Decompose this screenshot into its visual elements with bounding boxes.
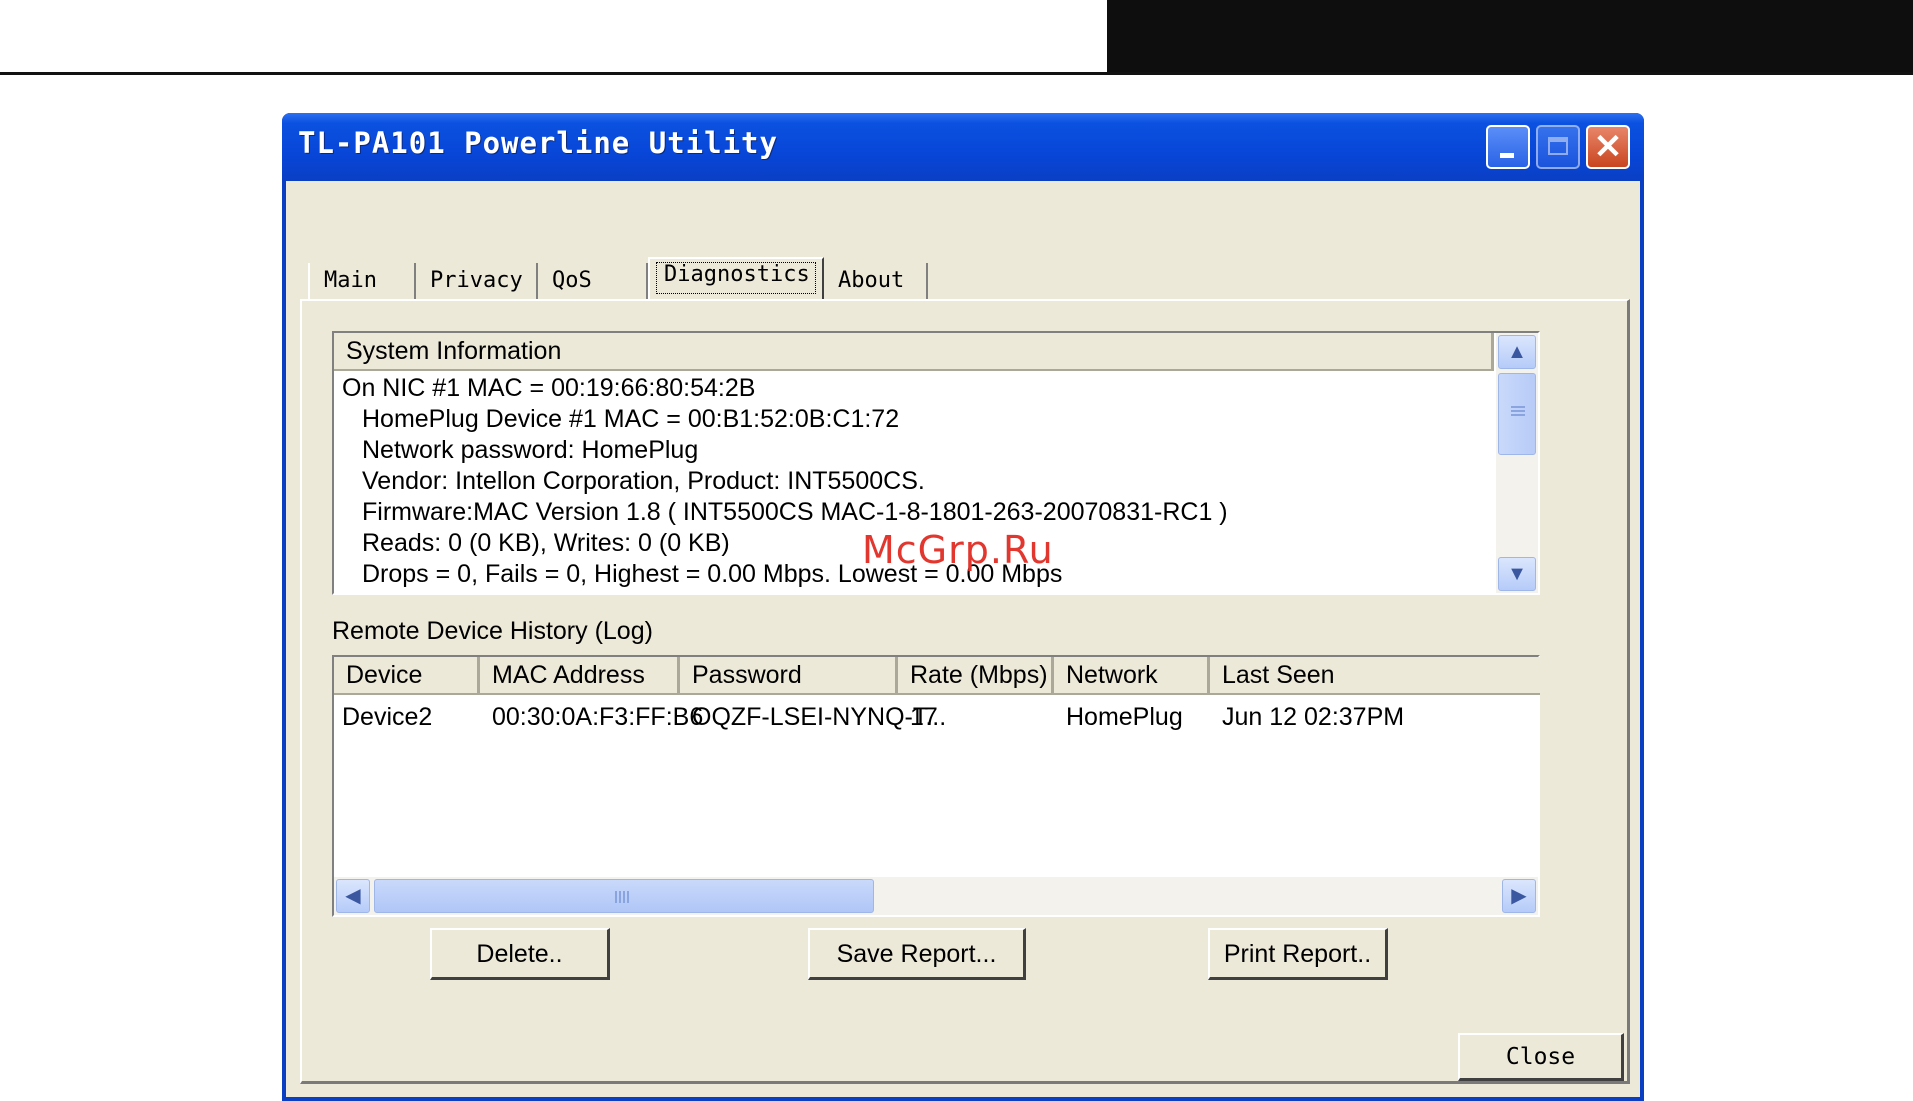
system-info-line: Firmware:MAC Version 1.8 ( INT5500CS MAC… xyxy=(362,498,1228,526)
column-header-last-seen[interactable]: Last Seen xyxy=(1210,657,1540,695)
tab-diagnostics[interactable]: Diagnostics xyxy=(648,257,824,299)
window-title: TL-PA101 Powerline Utility xyxy=(298,126,778,160)
system-info-scrollbar[interactable]: ▲ ▼ xyxy=(1496,333,1538,593)
device-history-table[interactable]: Device MAC Address Password Rate (Mbps) … xyxy=(332,655,1540,917)
cell-last-seen[interactable]: Jun 12 02:37PM xyxy=(1222,701,1404,733)
cell-rate[interactable]: 17 xyxy=(910,701,938,733)
scroll-right-button[interactable]: ▶ xyxy=(1502,879,1536,913)
log-label: Remote Device History (Log) xyxy=(332,617,653,645)
column-header-device[interactable]: Device xyxy=(334,657,480,695)
scroll-thumb[interactable] xyxy=(374,879,874,913)
tab-about[interactable]: About xyxy=(824,263,928,299)
column-header-mac[interactable]: MAC Address xyxy=(480,657,680,695)
system-info-header[interactable]: System Information xyxy=(334,333,1494,371)
chevron-right-icon: ▶ xyxy=(1511,885,1527,907)
utility-window: TL-PA101 Powerline Utility ✕ Main Privac… xyxy=(282,113,1644,1101)
grip-icon xyxy=(615,891,631,903)
cell-mac[interactable]: 00:30:0A:F3:FF:B6 xyxy=(492,701,703,733)
chevron-left-icon: ◀ xyxy=(345,885,361,907)
chevron-up-icon: ▲ xyxy=(1507,341,1527,363)
grip-icon xyxy=(1511,406,1525,418)
column-header-rate[interactable]: Rate (Mbps) xyxy=(898,657,1054,695)
scroll-down-button[interactable]: ▼ xyxy=(1498,557,1536,591)
save-report-button[interactable]: Save Report... xyxy=(808,928,1026,980)
scroll-left-button[interactable]: ◀ xyxy=(336,879,370,913)
cell-password[interactable]: OQZF-LSEI-NYNQ-T... xyxy=(692,701,946,733)
watermark: McGrp.Ru xyxy=(862,528,1054,572)
system-info-line: HomePlug Device #1 MAC = 00:B1:52:0B:C1:… xyxy=(362,405,900,433)
column-header-network[interactable]: Network xyxy=(1054,657,1210,695)
cell-device[interactable]: Device2 xyxy=(342,701,432,733)
title-bar[interactable]: TL-PA101 Powerline Utility ✕ xyxy=(282,113,1644,181)
window-client-area: Main Privacy QoS Diagnostics About Syste… xyxy=(286,181,1640,1097)
page-header-bar xyxy=(1107,0,1913,72)
delete-button[interactable]: Delete.. xyxy=(430,928,610,980)
window-close-button[interactable]: ✕ xyxy=(1586,125,1630,169)
close-icon: ✕ xyxy=(1593,128,1623,166)
chevron-down-icon: ▼ xyxy=(1507,563,1527,585)
maximize-icon xyxy=(1548,137,1568,155)
log-horizontal-scrollbar[interactable]: ◀ ▶ xyxy=(334,877,1538,915)
cell-network[interactable]: HomePlug xyxy=(1066,701,1183,733)
page-header-rule xyxy=(0,72,1913,75)
tab-main[interactable]: Main xyxy=(308,263,416,299)
system-info-line: Vendor: Intellon Corporation, Product: I… xyxy=(362,467,925,495)
tab-privacy[interactable]: Privacy xyxy=(416,263,538,299)
minimize-icon xyxy=(1500,153,1514,158)
minimize-button[interactable] xyxy=(1486,125,1530,169)
print-report-button[interactable]: Print Report.. xyxy=(1208,928,1388,980)
scroll-thumb[interactable] xyxy=(1498,373,1536,455)
maximize-button[interactable] xyxy=(1536,125,1580,169)
tab-diagnostics-label: Diagnostics xyxy=(664,262,810,287)
system-info-line: On NIC #1 MAC = 00:19:66:80:54:2B xyxy=(342,374,756,402)
close-button[interactable]: Close xyxy=(1458,1033,1624,1081)
scroll-up-button[interactable]: ▲ xyxy=(1498,335,1536,369)
tab-qos[interactable]: QoS xyxy=(538,263,648,299)
column-header-password[interactable]: Password xyxy=(680,657,898,695)
system-info-line: Network password: HomePlug xyxy=(362,436,699,464)
